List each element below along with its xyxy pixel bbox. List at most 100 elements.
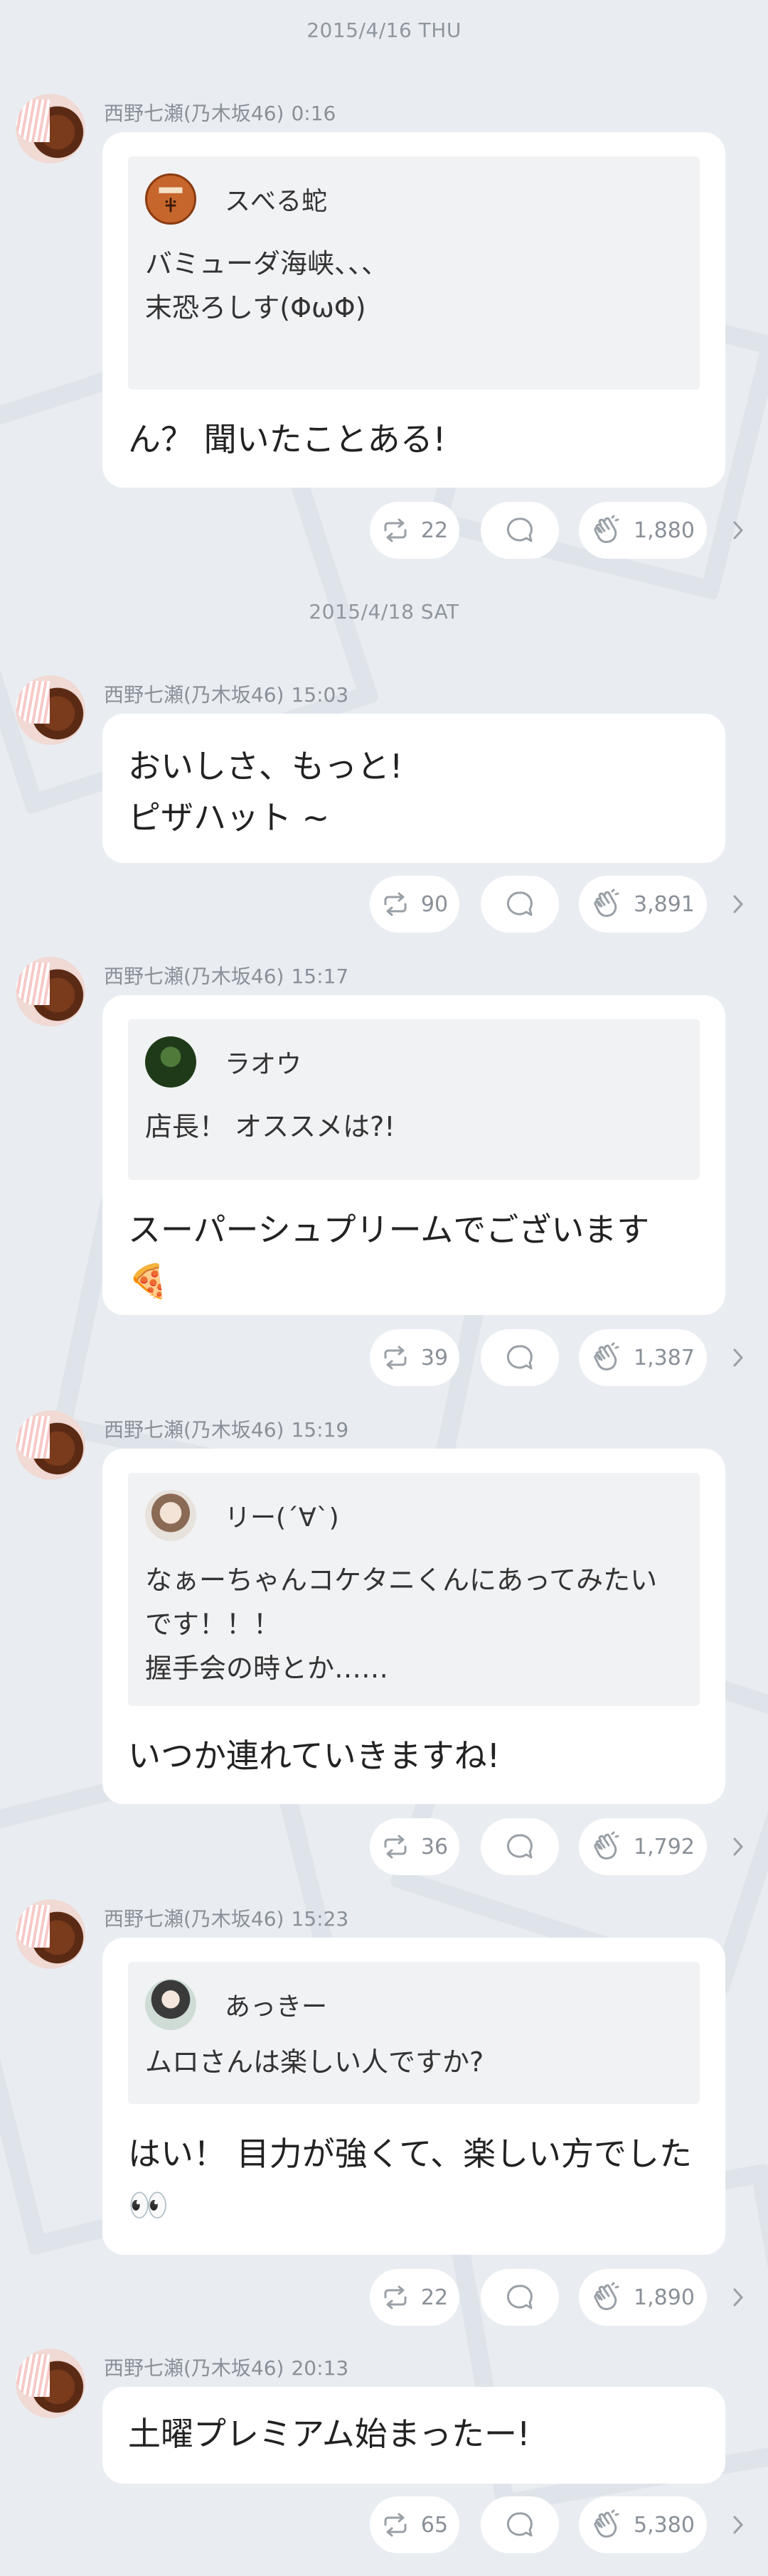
- quote-author: ラオウ: [225, 1050, 302, 1079]
- message-bubble: スべる蛇 バミューダ海峡、、、 末恐ろしす(ΦωΦ) ん？ 聞いたことある!: [102, 132, 725, 488]
- quoted-message[interactable]: ラオウ 店長！ オススメは?!: [128, 1019, 700, 1180]
- quote-text: なぁーちゃんコケタニくんにあってみたいです！！！ 握手会の時とか……: [145, 1565, 658, 1684]
- message-bubble: ラオウ 店長！ オススメは?! スーパーシュプリームでございます 🍕: [102, 995, 725, 1315]
- repeat-icon: [384, 518, 407, 542]
- action-bar: 65 5,380: [0, 2496, 768, 2553]
- clapping-hand-icon: [594, 1342, 619, 1370]
- retweet-button[interactable]: 39: [370, 1329, 459, 1386]
- clapping-hand-icon: [594, 1831, 619, 1859]
- retweet-count: 22: [420, 517, 449, 543]
- retweet-count: 22: [420, 2285, 449, 2310]
- author-line: 西野七瀬(乃木坂46) 15:19: [104, 1415, 348, 1443]
- message-text: はい！ 目力が強くて、楽しい方でした👀: [128, 2135, 692, 2224]
- retweet-button[interactable]: 22: [370, 502, 459, 559]
- date-separator: 2015/4/16 THU: [306, 18, 462, 42]
- clap-button[interactable]: 1,792: [579, 1818, 707, 1875]
- action-bar: 22 1,880: [0, 502, 768, 559]
- avatar[interactable]: [16, 94, 85, 163]
- author-name: 西野七瀬(乃木坂46): [104, 1907, 284, 1931]
- message-text: おいしさ、もっと! ピザハット ~: [128, 747, 403, 837]
- date-separator: 2015/4/18 SAT: [309, 600, 459, 623]
- quote-avatar: [145, 1490, 196, 1541]
- clap-count: 3,891: [634, 891, 695, 917]
- action-bar: 36 1,792: [0, 1818, 768, 1875]
- quote-author: リー(´∀`): [225, 1503, 339, 1533]
- clap-button[interactable]: 1,890: [579, 2269, 707, 2326]
- quoted-message[interactable]: リー(´∀`) なぁーちゃんコケタニくんにあってみたいです！！！ 握手会の時とか…: [128, 1473, 700, 1706]
- more-button[interactable]: [724, 1343, 752, 1372]
- comment-button[interactable]: [481, 876, 559, 933]
- retweet-count: 90: [420, 891, 449, 917]
- avatar[interactable]: [16, 1410, 85, 1480]
- clapping-hand-icon: [594, 889, 619, 917]
- retweet-button[interactable]: 65: [370, 2496, 459, 2553]
- chevron-right-icon: [733, 1348, 744, 1367]
- clap-button[interactable]: 1,880: [579, 502, 707, 559]
- author-name: 西野七瀬(乃木坂46): [104, 1418, 284, 1442]
- clap-count: 5,380: [634, 2512, 695, 2538]
- more-button[interactable]: [724, 2283, 752, 2312]
- retweet-count: 65: [420, 2512, 449, 2538]
- post-time: 15:23: [291, 1907, 349, 1931]
- repeat-icon: [384, 892, 407, 916]
- speech-bubble-icon: [506, 2285, 533, 2309]
- post-time: 15:19: [291, 1418, 349, 1442]
- author-name: 西野七瀬(乃木坂46): [104, 2356, 284, 2380]
- clapping-hand-icon: [594, 2282, 619, 2310]
- clapping-hand-icon: [594, 515, 619, 543]
- clap-button[interactable]: 5,380: [579, 2496, 707, 2553]
- quote-author: スべる蛇: [225, 187, 328, 216]
- quote-text: バミューダ海峡、、、 末恐ろしす(ΦωΦ): [145, 248, 389, 323]
- doodle-logo-icon: [159, 187, 183, 213]
- speech-bubble-icon: [506, 1345, 533, 1370]
- quoted-message[interactable]: スべる蛇 バミューダ海峡、、、 末恐ろしす(ΦωΦ): [128, 156, 700, 390]
- post-time: 15:17: [291, 965, 349, 988]
- avatar[interactable]: [16, 675, 85, 745]
- comment-button[interactable]: [481, 2496, 559, 2553]
- quote-avatar: [145, 173, 196, 225]
- author-name: 西野七瀬(乃木坂46): [104, 102, 284, 125]
- repeat-icon: [384, 1835, 407, 1859]
- avatar[interactable]: [16, 2349, 85, 2418]
- author-line: 西野七瀬(乃木坂46) 0:16: [104, 98, 336, 127]
- quoted-message[interactable]: あっきー ムロさんは楽しい人ですか?: [128, 1962, 700, 2104]
- clap-count: 1,890: [634, 2285, 695, 2310]
- comment-button[interactable]: [481, 502, 559, 559]
- retweet-button[interactable]: 36: [370, 1818, 459, 1875]
- post-time: 20:13: [291, 2356, 349, 2380]
- retweet-button[interactable]: 90: [370, 876, 459, 933]
- avatar[interactable]: [16, 1899, 85, 1969]
- author-line: 西野七瀬(乃木坂46) 20:13: [104, 2353, 348, 2381]
- avatar[interactable]: [16, 957, 85, 1026]
- more-button[interactable]: [724, 516, 752, 544]
- more-button[interactable]: [724, 1832, 752, 1861]
- comment-button[interactable]: [481, 1329, 559, 1386]
- chevron-right-icon: [733, 895, 744, 913]
- more-button[interactable]: [724, 890, 752, 918]
- clap-count: 1,880: [634, 517, 695, 543]
- quote-text: 店長！ オススメは?!: [145, 1111, 395, 1142]
- clap-button[interactable]: 1,387: [579, 1329, 707, 1386]
- quote-author: あっきー: [225, 1992, 328, 2022]
- clap-button[interactable]: 3,891: [579, 876, 707, 933]
- author-line: 西野七瀬(乃木坂46) 15:03: [104, 680, 348, 708]
- comment-button[interactable]: [481, 2269, 559, 2326]
- message-text: ん？ 聞いたことある!: [128, 420, 447, 458]
- message-bubble: 土曜プレミアム始まったー!: [102, 2387, 725, 2484]
- speech-bubble-icon: [506, 2512, 533, 2537]
- speech-bubble-icon: [506, 891, 533, 916]
- quote-avatar: [145, 1979, 196, 2030]
- author-name: 西野七瀬(乃木坂46): [104, 965, 284, 988]
- author-name: 西野七瀬(乃木坂46): [104, 683, 284, 707]
- retweet-count: 36: [420, 1834, 449, 1859]
- speech-bubble-icon: [506, 1834, 533, 1859]
- comment-button[interactable]: [481, 1818, 559, 1875]
- message-bubble: あっきー ムロさんは楽しい人ですか? はい！ 目力が強くて、楽しい方でした👀: [102, 1938, 725, 2255]
- chevron-right-icon: [733, 521, 744, 540]
- message-text: スーパーシュプリームでございます 🍕: [128, 1211, 650, 1300]
- more-button[interactable]: [724, 2511, 752, 2539]
- quote-avatar: [145, 1036, 196, 1088]
- repeat-icon: [384, 1346, 407, 1370]
- retweet-button[interactable]: 22: [370, 2269, 459, 2326]
- message-bubble: おいしさ、もっと! ピザハット ~: [102, 714, 725, 863]
